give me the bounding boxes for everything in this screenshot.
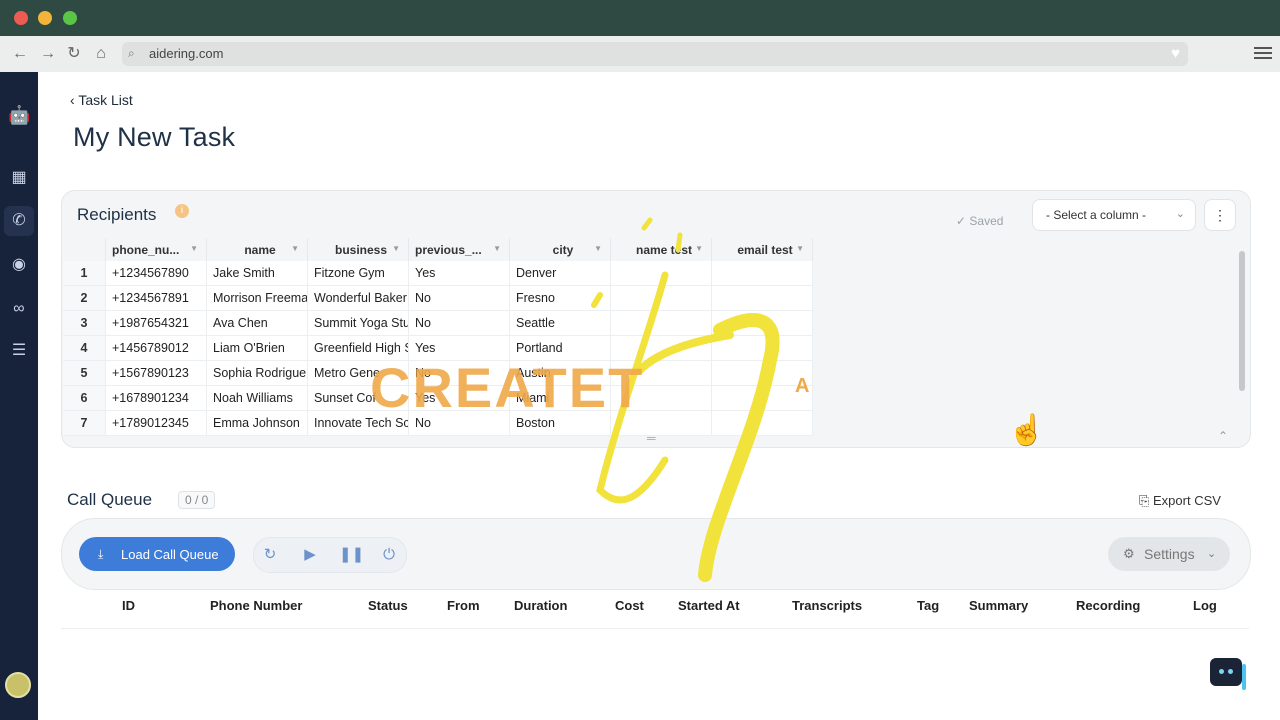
more-options-icon[interactable]: ⋮ — [1204, 199, 1236, 231]
queue-column-header: Recording — [1076, 598, 1141, 613]
queue-column-header: Duration — [514, 598, 568, 613]
browser-navbar: ← → ↻ ⌂ ⌕ aidering.com ♥ — [0, 36, 1280, 73]
column-select[interactable]: - Select a column - ⌄ — [1032, 199, 1196, 231]
settings-label: Settings — [1144, 546, 1195, 562]
load-call-queue-label: Load Call Queue — [121, 547, 219, 562]
hand-cursor-icon: ☝ — [1008, 414, 1046, 447]
info-icon[interactable]: i — [175, 204, 189, 218]
queue-column-header: Log — [1193, 598, 1217, 613]
arrow-right-icon[interactable]: → — [38, 44, 58, 64]
playback-controls: ↻ ▶ ❚❚ ⏻ — [253, 537, 407, 573]
chat-accent — [1242, 664, 1246, 690]
queue-column-header: Phone Number — [210, 598, 303, 613]
refresh-icon[interactable]: ↻ — [260, 545, 280, 565]
back-link-label: Task List — [78, 92, 133, 108]
queue-column-header: Summary — [969, 598, 1029, 613]
minimize-window-button[interactable] — [38, 11, 52, 25]
export-csv-button[interactable]: ⎘ Export CSV — [1139, 493, 1221, 509]
download-icon: ⤓ — [98, 547, 104, 561]
column-select-label: - Select a column - — [1046, 208, 1147, 222]
phone-icon[interactable]: ✆ — [8, 210, 30, 232]
queue-column-header: From — [447, 598, 480, 613]
back-link[interactable]: ‹ Task List — [70, 92, 133, 108]
column-header[interactable]: phone_nu... ▼ — [105, 238, 207, 261]
chat-bubble-icon — [1210, 658, 1242, 686]
call-queue-title: Call Queue — [67, 490, 153, 509]
robot-logo-icon[interactable]: 🤖 — [8, 104, 30, 126]
load-call-queue-button[interactable]: ⤓ Load Call Queue — [79, 537, 235, 571]
close-window-button[interactable] — [14, 11, 28, 25]
window-titlebar — [0, 0, 1280, 36]
chevron-down-icon: ⌄ — [1207, 548, 1217, 560]
power-icon[interactable]: ⏻ — [379, 545, 399, 565]
search-icon: ⌕ — [128, 46, 135, 60]
queue-column-header: Transcripts — [792, 598, 863, 613]
file-export-icon: ⎘ — [1139, 493, 1154, 508]
queue-column-header: Tag — [917, 598, 940, 613]
arrow-left-icon[interactable]: ← — [10, 44, 30, 64]
chevron-down-icon: ⌄ — [1175, 208, 1185, 220]
row-number-header — [63, 238, 106, 261]
watermark-text: CREATET — [370, 356, 645, 419]
chat-eye — [1219, 669, 1224, 674]
column-header[interactable]: name ▼ — [206, 238, 308, 261]
url-text: aidering.com — [149, 46, 224, 61]
saved-status: ✓ Saved — [956, 214, 1004, 228]
table-scrollbar[interactable] — [1238, 237, 1246, 427]
address-bar[interactable]: ⌕ aidering.com ♥ — [122, 42, 1188, 66]
table-icon[interactable]: ☰ — [8, 340, 30, 362]
page-title: My New Task — [73, 122, 236, 152]
link-icon[interactable]: ∞ — [8, 298, 30, 320]
home-icon[interactable]: ⌂ — [91, 44, 111, 64]
watermark-letter: A — [795, 375, 810, 397]
avatar[interactable] — [5, 672, 31, 698]
queue-column-header: Cost — [615, 598, 644, 613]
maximize-window-button[interactable] — [63, 11, 77, 25]
scrollbar-thumb[interactable] — [1239, 251, 1245, 391]
queue-column-header: ID — [122, 598, 135, 613]
sort-icon: ▼ — [493, 244, 501, 253]
queue-column-header: Started At — [678, 598, 740, 613]
recipients-title: Recipients — [77, 205, 157, 224]
chat-eye — [1228, 669, 1233, 674]
chevron-up-icon[interactable]: ⌃ — [1218, 429, 1228, 443]
reload-icon[interactable]: ↻ — [64, 44, 84, 64]
app-sidebar: 🤖 ▦ ✆ ◉ ∞ ☰ — [0, 72, 38, 720]
sort-icon: ▼ — [392, 244, 400, 253]
column-header[interactable]: business ▼ — [307, 238, 409, 261]
settings-button[interactable]: ⚙ Settings ⌄ — [1108, 537, 1230, 571]
call-queue-count: 0 / 0 — [178, 491, 216, 509]
gear-icon: ⚙ — [1123, 546, 1135, 561]
column-header[interactable]: previous_... ▼ — [408, 238, 510, 261]
recording-icon[interactable]: ◉ — [8, 254, 30, 276]
hamburger-menu-icon[interactable] — [1254, 44, 1272, 62]
sort-icon: ▼ — [291, 244, 299, 253]
queue-column-header: Status — [368, 598, 408, 613]
chat-support-button[interactable] — [1210, 658, 1250, 694]
play-icon[interactable]: ▶ — [300, 545, 320, 565]
heart-icon[interactable]: ♥ — [1171, 45, 1180, 62]
pause-icon[interactable]: ❚❚ — [339, 545, 364, 565]
divider — [61, 628, 1249, 629]
dashboard-icon[interactable]: ▦ — [8, 167, 30, 189]
export-csv-label: Export CSV — [1153, 493, 1221, 508]
sort-icon: ▼ — [190, 244, 198, 253]
